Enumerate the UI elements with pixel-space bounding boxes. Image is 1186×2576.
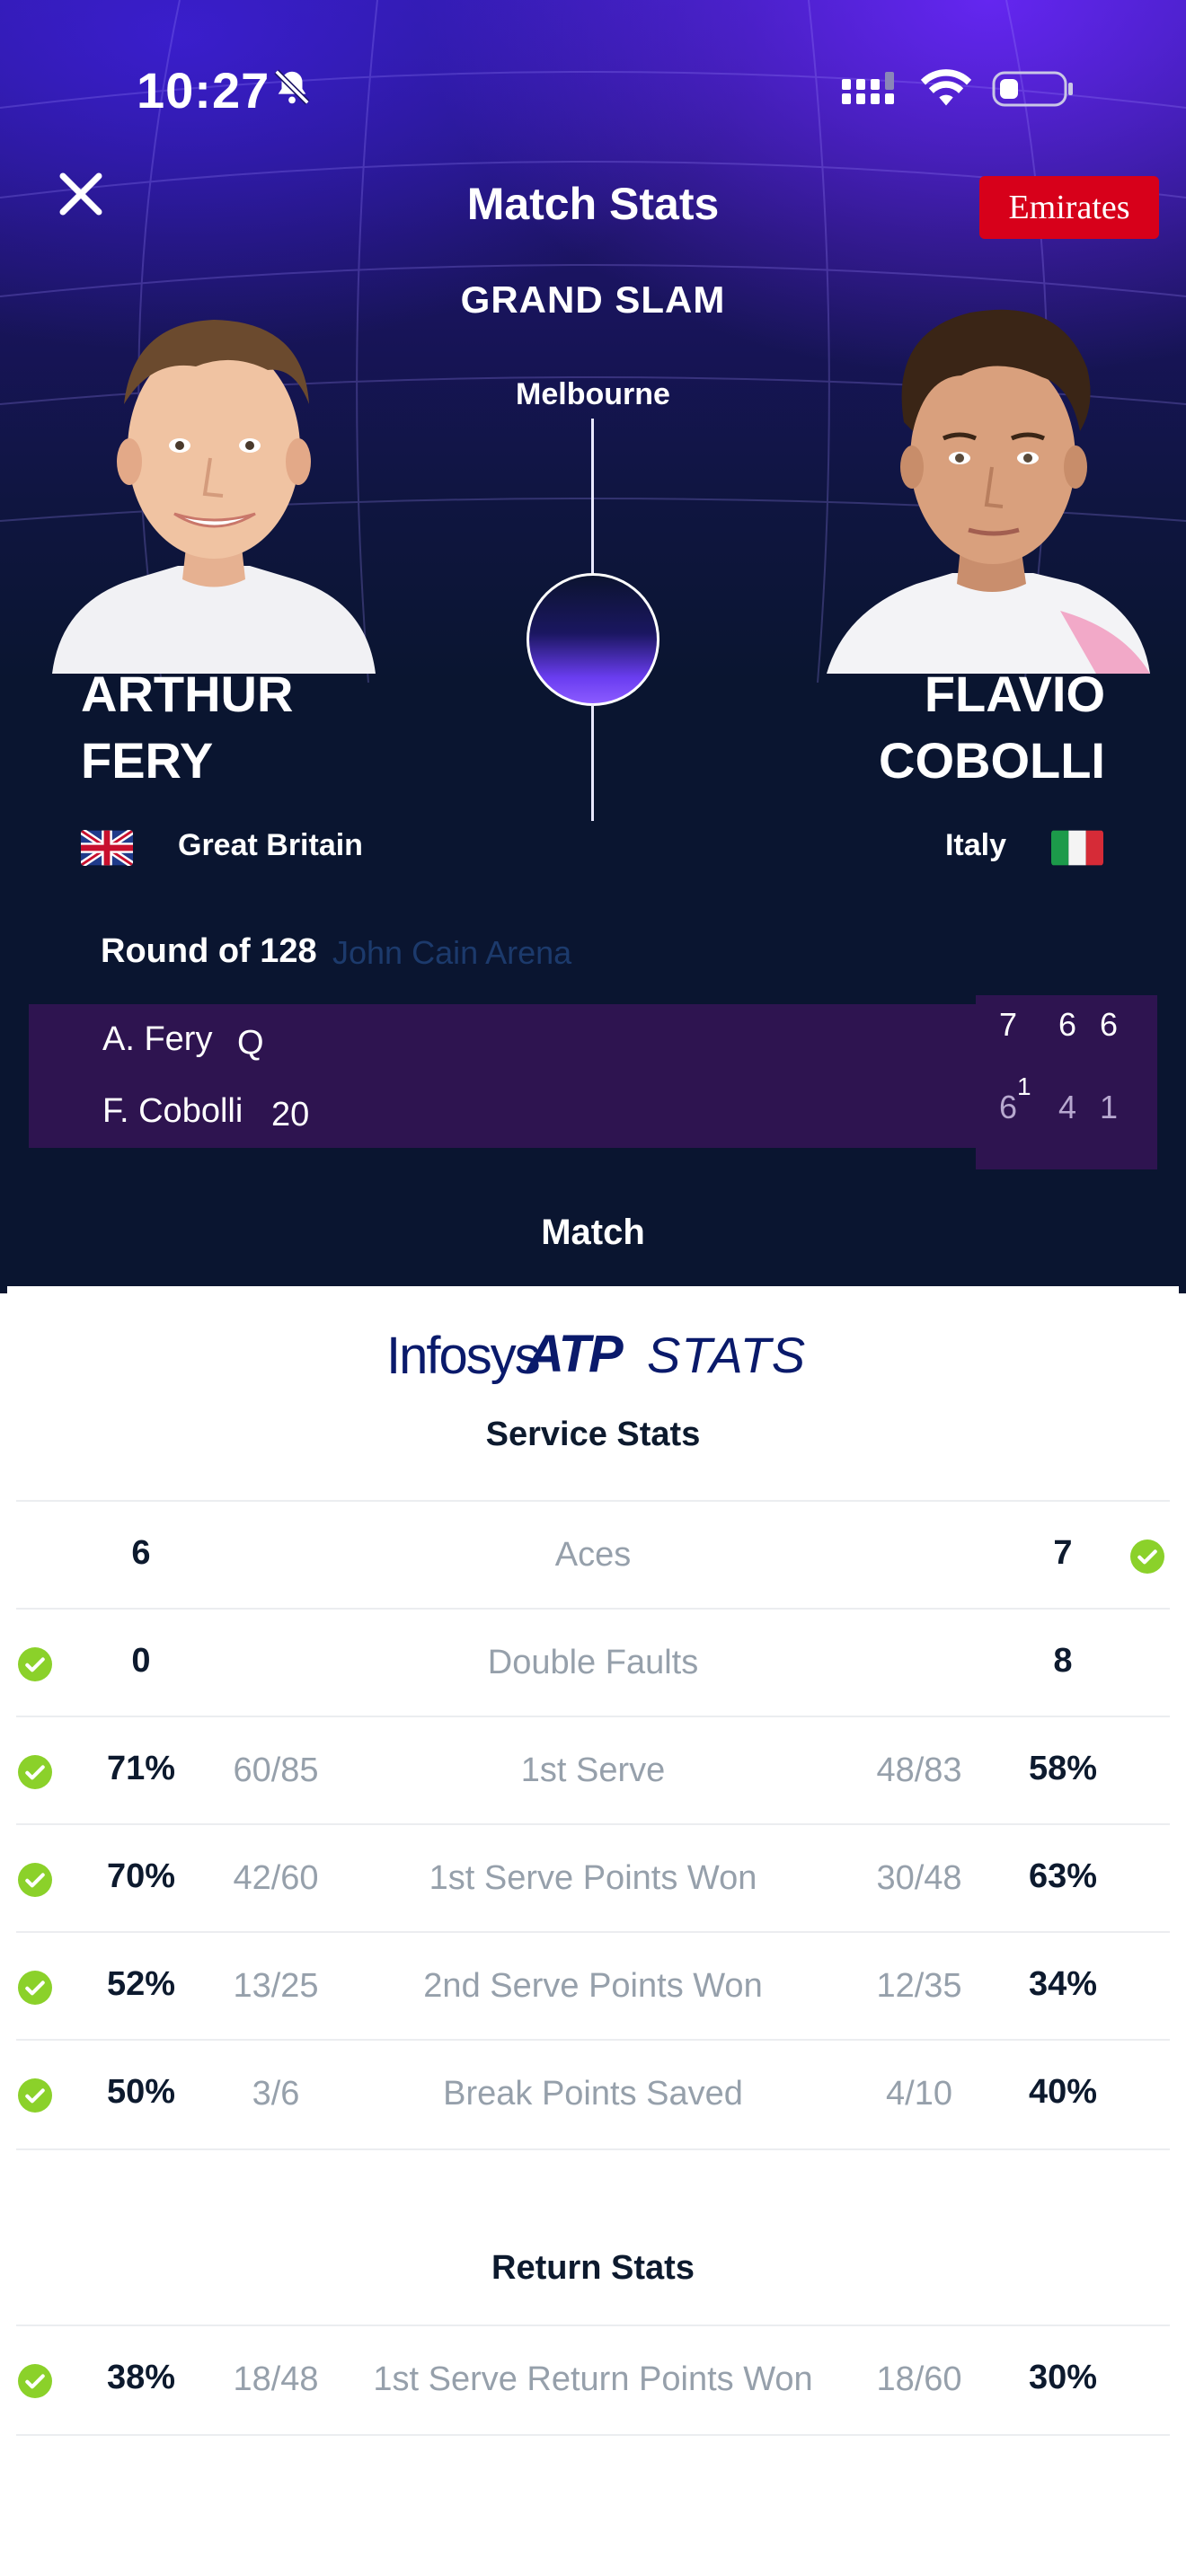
stat-label: Aces: [554, 1536, 632, 1574]
stat-row-second-serve-points-won: 52% 13/25 2nd Serve Points Won 12/35 34%: [16, 1931, 1170, 2039]
left-value: 6: [131, 1534, 151, 1572]
event-category: GRAND SLAM: [460, 278, 726, 321]
service-stats-title: Service Stats: [485, 1416, 701, 1453]
italy-flag-icon: [1051, 830, 1103, 866]
right-value: 7: [1053, 1534, 1073, 1572]
set-score: 6: [1058, 1006, 1077, 1043]
stat-label: Break Points Saved: [443, 2075, 743, 2113]
match-round: Round of 128: [101, 932, 317, 970]
player-1-name: ARTHUR FERY: [81, 661, 293, 794]
check-circle-icon: [18, 2078, 52, 2113]
player-1-first-name: ARTHUR: [81, 666, 294, 722]
check-circle-icon: [18, 1647, 52, 1681]
uk-flag-icon: [81, 830, 133, 866]
check-circle-icon: [18, 1863, 52, 1897]
right-fraction: 18/60: [876, 2360, 962, 2398]
left-value: 0: [131, 1642, 151, 1680]
status-time: 10:27: [137, 62, 270, 119]
player-2-first-name: FLAVIO: [924, 666, 1105, 722]
set-score: 7: [998, 1006, 1018, 1043]
right-value: 8: [1053, 1642, 1073, 1680]
versus-emblem: [527, 573, 659, 706]
stat-label: 2nd Serve Points Won: [423, 1967, 763, 2005]
center-divider: [591, 704, 594, 821]
score-player-name: F. Cobolli: [102, 1092, 243, 1130]
signal-icon: [842, 72, 894, 104]
left-value: 38%: [106, 2359, 176, 2396]
match-court: John Cain Arena: [332, 934, 572, 971]
right-fraction: 48/83: [876, 1751, 962, 1789]
player-1-photo: [52, 320, 376, 674]
close-icon[interactable]: [54, 167, 108, 221]
center-divider: [591, 419, 594, 577]
right-fraction: 30/48: [876, 1859, 962, 1897]
check-circle-icon: [1130, 1539, 1164, 1574]
left-value: 52%: [106, 1965, 176, 2003]
bottom-area: [0, 2479, 1186, 2576]
stat-row-first-serve-points-won: 70% 42/60 1st Serve Points Won 30/48 63%: [16, 1823, 1170, 1931]
wifi-icon: [920, 69, 972, 106]
right-value: 34%: [1028, 1965, 1098, 2003]
left-value: 70%: [106, 1857, 176, 1895]
set-score: 1: [1099, 1089, 1119, 1125]
right-value: 58%: [1028, 1750, 1098, 1787]
player-2-country: Italy: [944, 828, 1006, 862]
player-2-name: FLAVIO COBOLLI: [809, 661, 1105, 794]
set-score: 6: [1099, 1006, 1119, 1043]
right-fraction: 12/35: [876, 1967, 962, 2005]
brand-atp: ATP: [527, 1325, 624, 1383]
stat-row-aces: 6 Aces 7: [16, 1500, 1170, 1608]
stat-row-first-serve: 71% 60/85 1st Serve 48/83 58%: [16, 1716, 1170, 1823]
page-title: Match Stats: [466, 179, 720, 229]
left-fraction: 3/6: [252, 2075, 300, 2113]
left-fraction: 60/85: [233, 1751, 319, 1789]
scoreboard-row-player-1: A. Fery Q: [29, 1004, 1157, 1076]
tiebreak-score: 1: [1017, 1072, 1031, 1100]
sponsor-logo[interactable]: Emirates: [979, 176, 1159, 239]
stat-row-double-faults: 0 Double Faults 8: [16, 1608, 1170, 1716]
left-value: 71%: [106, 1750, 176, 1787]
status-bar: 10:27: [0, 54, 1186, 119]
right-value: 40%: [1028, 2073, 1098, 2111]
stat-row-first-serve-return-points-won: 38% 18/48 1st Serve Return Points Won 18…: [16, 2325, 1170, 2432]
right-value: 30%: [1028, 2359, 1098, 2396]
player-1-last-name: FERY: [81, 732, 214, 789]
infosys-atp-stats-logo: Infosys ATP STATS: [386, 1320, 805, 1392]
score-player-seed: 20: [271, 1096, 310, 1134]
match-header: 10:27 Match Stats Emirates GRAND SLAM Me…: [0, 0, 1186, 1293]
left-fraction: 13/25: [233, 1967, 319, 2005]
stat-label: 1st Serve: [520, 1751, 666, 1789]
check-circle-icon: [18, 1971, 52, 2005]
left-value: 50%: [106, 2073, 176, 2111]
player-2-photo: [827, 309, 1150, 674]
stat-row-break-points-saved: 50% 3/6 Break Points Saved 4/10 40%: [16, 2039, 1170, 2147]
player-1-country: Great Britain: [178, 828, 363, 862]
set-score: 4: [1058, 1089, 1077, 1125]
score-player-seed: Q: [237, 1024, 264, 1062]
tournament-city: Melbourne: [516, 377, 670, 411]
stat-label: 1st Serve Return Points Won: [373, 2360, 813, 2398]
return-stats-title: Return Stats: [491, 2249, 695, 2287]
check-circle-icon: [18, 2364, 52, 2398]
stats-panel: Infosys ATP STATS Service Stats 6 Aces 7…: [0, 1293, 1186, 2479]
check-circle-icon: [18, 1755, 52, 1789]
player-2-last-name: COBOLLI: [879, 732, 1105, 789]
scoreboard-row-player-2: F. Cobolli 20: [29, 1076, 1157, 1148]
stat-label: Double Faults: [487, 1644, 699, 1681]
divider: [16, 2434, 1170, 2436]
left-fraction: 18/48: [233, 2360, 319, 2398]
brand-stats: STATS: [647, 1327, 807, 1383]
stat-label: 1st Serve Points Won: [429, 1859, 757, 1897]
battery-icon: [992, 71, 1073, 107]
left-fraction: 42/60: [233, 1859, 319, 1897]
tab-match[interactable]: Match: [413, 1213, 773, 1253]
score-player-name: A. Fery: [102, 1020, 213, 1058]
divider: [16, 2148, 1170, 2150]
tab-indicator: [7, 1286, 1179, 1293]
right-fraction: 4/10: [886, 2075, 952, 2113]
brand-infosys: Infosys: [386, 1327, 541, 1385]
right-value: 63%: [1028, 1857, 1098, 1895]
bell-slash-icon: [274, 69, 310, 105]
